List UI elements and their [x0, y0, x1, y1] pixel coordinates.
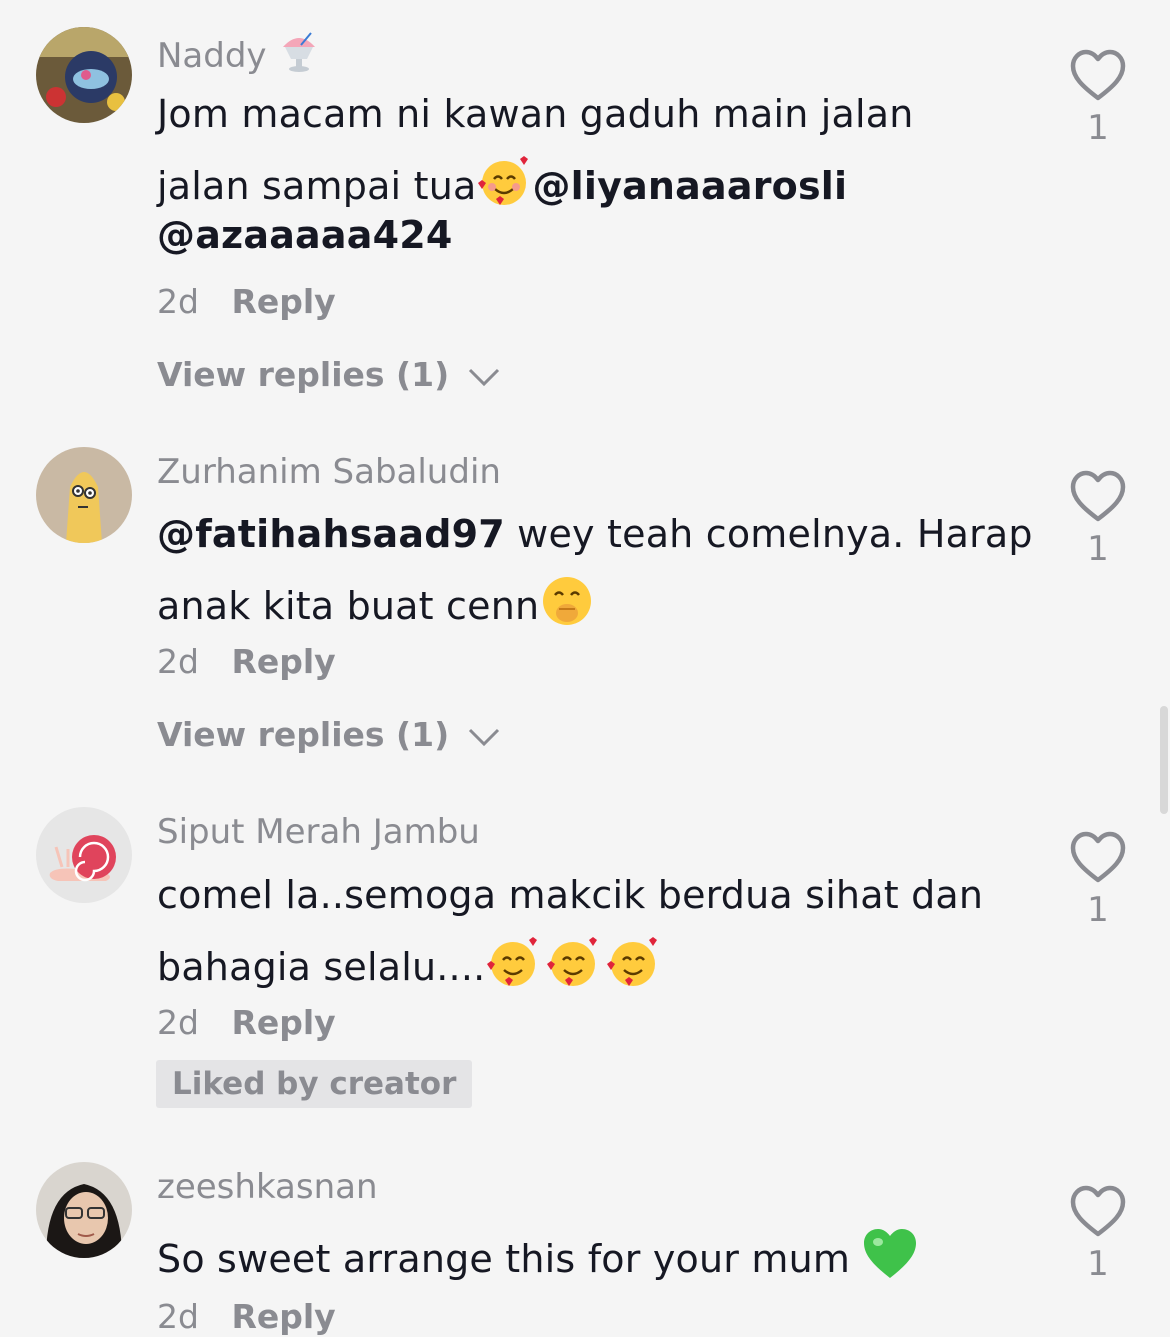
like-count: 1 [1087, 1244, 1109, 1284]
mention-link[interactable]: @azaaaaa424 [157, 213, 453, 257]
username-text[interactable]: zeeshkasnan [157, 1167, 378, 1207]
comment-text-line: So sweet arrange this for your mum [157, 1237, 863, 1281]
heart-outline-icon[interactable] [1068, 830, 1128, 886]
like-count: 1 [1087, 890, 1109, 930]
mention-link[interactable]: @liyanaaarosli [532, 164, 847, 208]
comment-text: @azaaaaa424 [157, 213, 453, 257]
heart-outline-icon[interactable] [1068, 48, 1128, 104]
like-count: 1 [1087, 529, 1109, 569]
avatar[interactable] [36, 807, 132, 903]
avatar[interactable] [36, 447, 132, 543]
timestamp: 2d [157, 282, 199, 321]
comment-text-line: comel la..semoga makcik berdua sihat dan [157, 873, 984, 917]
like-button[interactable]: 1 [1066, 469, 1130, 569]
comment-meta: 2d Reply [157, 282, 336, 321]
timestamp: 2d [157, 1297, 199, 1336]
view-replies-button[interactable]: View replies (1) [157, 355, 501, 394]
view-replies-label[interactable]: View replies (1) [157, 355, 449, 394]
avatar[interactable] [36, 27, 132, 123]
liked-by-creator-badge: Liked by creator [156, 1060, 473, 1108]
avatar[interactable] [36, 1162, 132, 1258]
like-button[interactable]: 1 [1066, 1184, 1130, 1284]
timestamp: 2d [157, 1003, 199, 1042]
view-replies-button[interactable]: View replies (1) [157, 715, 501, 754]
reply-button[interactable]: Reply [231, 282, 335, 321]
heart-outline-icon[interactable] [1068, 469, 1128, 525]
comment-text-line: Jom macam ni kawan gaduh main jalan [157, 92, 914, 136]
username[interactable]: Siput Merah Jambu [157, 812, 480, 852]
mention-link[interactable]: @fatihahsaad97 [157, 512, 505, 556]
like-count: 1 [1087, 108, 1109, 148]
comment-text-line: bahagia selalu.... [157, 945, 486, 989]
scrollbar[interactable] [1160, 706, 1168, 814]
view-replies-label[interactable]: View replies (1) [157, 715, 449, 754]
reply-button[interactable]: Reply [231, 1297, 335, 1336]
comment-text-line: jalan sampai tua [157, 164, 477, 208]
comment-text: jalan sampai tua @liyanaaarosli [157, 155, 847, 216]
comment-text: anak kita buat cenn [157, 575, 595, 636]
username-text[interactable]: Siput Merah Jambu [157, 812, 480, 852]
shaved-ice-emoji [277, 31, 321, 84]
username-text[interactable]: Zurhanim Sabaludin [157, 452, 501, 492]
green-heart-emoji [862, 1228, 918, 1289]
comment-text: So sweet arrange this for your mum [157, 1228, 918, 1289]
like-button[interactable]: 1 [1066, 48, 1130, 148]
smiling-face-with-hearts-emoji [485, 936, 665, 997]
comment-meta: 2d Reply [157, 1003, 336, 1042]
reply-button[interactable]: Reply [231, 642, 335, 681]
comment-meta: 2d Reply [157, 642, 336, 681]
face-with-hand-over-mouth-emoji [539, 575, 595, 636]
username[interactable]: Zurhanim Sabaludin [157, 452, 501, 492]
username[interactable]: zeeshkasnan [157, 1167, 378, 1207]
username[interactable]: Naddy [157, 31, 321, 84]
smiling-face-with-hearts-emoji [476, 155, 532, 216]
timestamp: 2d [157, 642, 199, 681]
reply-button[interactable]: Reply [231, 1003, 335, 1042]
comment-text-line: anak kita buat cenn [157, 584, 540, 628]
username-text[interactable]: Naddy [157, 36, 267, 76]
comment-meta: 2d Reply [157, 1297, 336, 1336]
like-button[interactable]: 1 [1066, 830, 1130, 930]
chevron-down-icon [468, 728, 499, 746]
comment-text-line: wey teah comelnya. Harap [504, 512, 1033, 556]
badge-label: Liked by creator [172, 1066, 457, 1102]
comment-text: comel la..semoga makcik berdua sihat dan [157, 873, 983, 917]
comment-text: bahagia selalu.... [157, 936, 665, 997]
chevron-down-icon [468, 368, 499, 386]
heart-outline-icon[interactable] [1068, 1184, 1128, 1240]
comment-text: Jom macam ni kawan gaduh main jalan [157, 92, 914, 136]
comment-text: @fatihahsaad97 wey teah comelnya. Harap [157, 512, 1033, 556]
